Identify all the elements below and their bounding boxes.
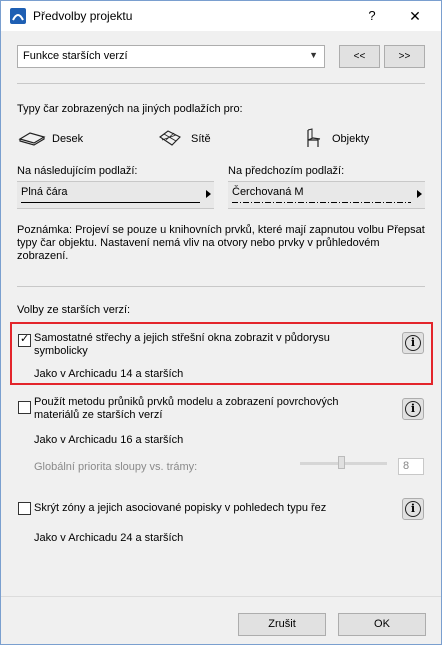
roofs-symbolic-label: Samostatné střechy a jejich střešní okna… [34, 332, 330, 357]
previous-floor-label: Na předchozím podlaží: [228, 165, 345, 177]
info-icon: i [405, 335, 421, 351]
help-button[interactable]: ? [357, 5, 387, 27]
info-button[interactable]: i [402, 332, 424, 354]
intersection-method-version: Jako v Archicadu 16 a starších [34, 434, 184, 446]
next-floor-linetype-popup[interactable]: Plná čára [17, 181, 214, 209]
solid-line-preview [21, 202, 200, 203]
mesh-icon [159, 130, 181, 146]
note-text: Poznámka: Projeví se pouze u knihovních … [17, 224, 425, 262]
info-button[interactable]: i [402, 398, 424, 420]
info-icon: i [405, 401, 421, 417]
cancel-button[interactable]: Zrušit [238, 613, 326, 636]
dash-dot-line-preview [232, 202, 411, 203]
divider [17, 286, 425, 287]
linetypes-heading: Typy čar zobrazených na jiných podlažích… [17, 103, 243, 115]
previous-page-button[interactable]: << [339, 45, 380, 68]
hide-zones-label: Skrýt zóny a jejich asociované popisky v… [34, 502, 327, 514]
chevron-right-icon [206, 190, 211, 198]
previous-floor-linetype-value: Čerchovaná M [232, 186, 304, 198]
archicad-app-icon [10, 8, 26, 24]
checkmark-icon: ✓ [20, 333, 30, 345]
close-button[interactable]: ✕ [397, 5, 433, 27]
next-floor-linetype-value: Plná čára [21, 186, 68, 198]
page-select-value: Funkce starších verzí [23, 50, 128, 62]
column-beam-priority-label: Globální priorita sloupy vs. trámy: [34, 461, 198, 473]
next-floor-label: Na následujícím podlaží: [17, 165, 138, 177]
legacy-options-heading: Volby ze starších verzí: [17, 304, 131, 316]
divider [1, 596, 441, 597]
dialog-body: Funkce starších verzí ▼ << >> Typy čar z… [1, 31, 441, 644]
ok-button[interactable]: OK [338, 613, 426, 636]
page-select[interactable]: Funkce starších verzí ▼ [17, 45, 325, 68]
linetype-slabs: Desek [52, 133, 84, 145]
intersection-method-label: Použít metodu průniků prvků modelu a zob… [34, 396, 339, 421]
info-icon: i [405, 501, 421, 517]
intersection-method-checkbox[interactable] [18, 401, 31, 414]
title-bar: Předvolby projektu ? ✕ [1, 1, 441, 31]
chevron-down-icon: ▼ [309, 50, 318, 60]
priority-value-field[interactable]: 8 [398, 458, 424, 475]
roofs-symbolic-version: Jako v Archicadu 14 a starších [34, 368, 184, 380]
priority-slider-thumb[interactable] [337, 456, 345, 469]
next-page-button[interactable]: >> [384, 45, 425, 68]
chair-object-icon [307, 128, 321, 147]
divider [17, 83, 425, 84]
hide-zones-checkbox[interactable] [18, 502, 31, 515]
linetype-objects: Objekty [332, 133, 370, 145]
slab-icon [18, 132, 46, 146]
hide-zones-version: Jako v Archicadu 24 a starších [34, 532, 184, 544]
linetype-meshes: Sítě [191, 133, 211, 145]
preferences-dialog: Předvolby projektu ? ✕ Funkce starších v… [0, 0, 442, 645]
previous-floor-linetype-popup[interactable]: Čerchovaná M [228, 181, 425, 209]
roofs-symbolic-checkbox[interactable]: ✓ [18, 333, 31, 347]
window-title: Předvolby projektu [33, 9, 133, 23]
chevron-right-icon [417, 190, 422, 198]
info-button[interactable]: i [402, 498, 424, 520]
